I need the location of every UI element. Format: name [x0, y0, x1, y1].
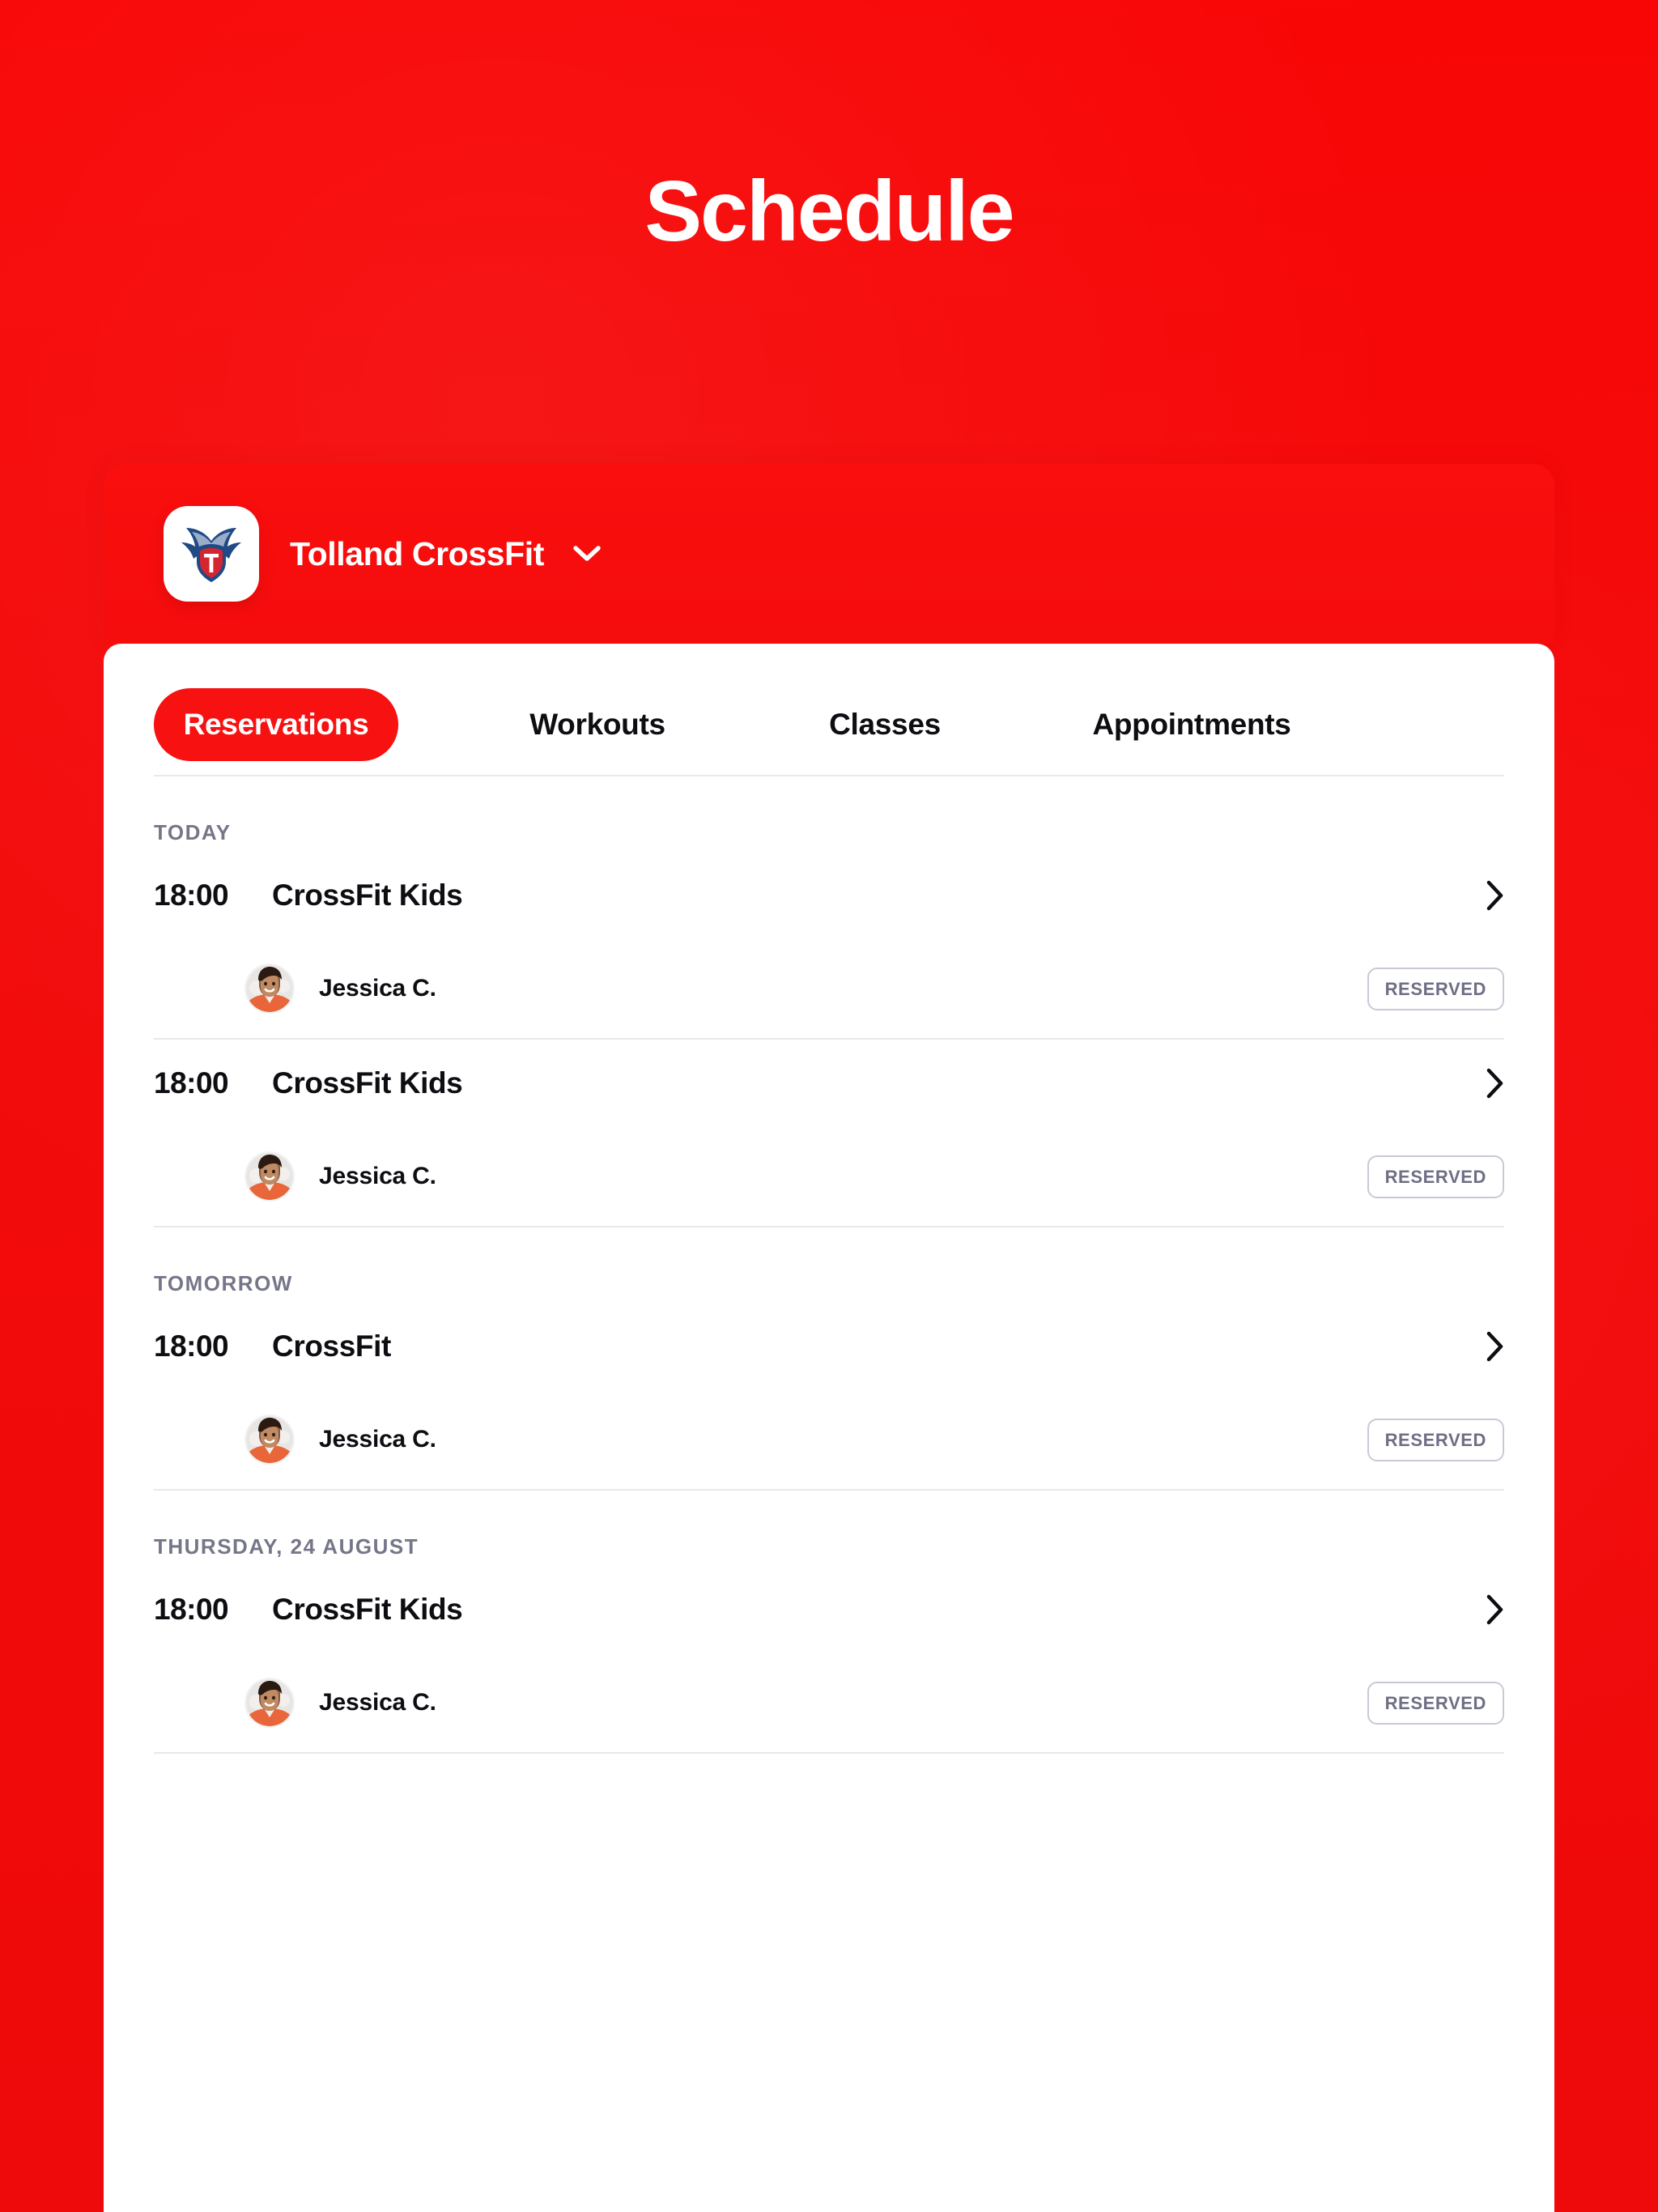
- attendee-name: Jessica C.: [319, 1163, 436, 1189]
- class-row[interactable]: 18:00 CrossFit: [154, 1303, 1504, 1390]
- tab-reservations[interactable]: Reservations: [154, 688, 398, 761]
- tab-classes[interactable]: Classes: [816, 688, 954, 761]
- chevron-right-icon[interactable]: [1464, 1331, 1504, 1362]
- row-divider: [154, 1752, 1504, 1754]
- attendee-row[interactable]: Jessica C. RESERVED: [154, 1390, 1504, 1489]
- winged-shield-logo-icon: [164, 506, 259, 602]
- class-row[interactable]: 18:00 CrossFit Kids: [154, 1040, 1504, 1127]
- status-badge: RESERVED: [1367, 1155, 1504, 1198]
- class-row[interactable]: 18:00 CrossFit Kids: [154, 1566, 1504, 1653]
- tab-workouts[interactable]: Workouts: [508, 688, 687, 761]
- attendee-name: Jessica C.: [319, 1689, 436, 1716]
- avatar: [246, 1679, 293, 1726]
- tab-appointments[interactable]: Appointments: [1075, 688, 1308, 761]
- avatar: [246, 965, 293, 1012]
- status-badge: RESERVED: [1367, 1681, 1504, 1725]
- class-time: 18:00: [154, 878, 229, 912]
- class-name: CrossFit Kids: [272, 1066, 463, 1100]
- chevron-right-icon[interactable]: [1464, 1068, 1504, 1099]
- chevron-down-icon[interactable]: [565, 538, 609, 570]
- attendee-row[interactable]: Jessica C. RESERVED: [154, 1653, 1504, 1752]
- section-header-today: TODAY: [154, 820, 232, 844]
- page-title: Schedule: [644, 164, 1014, 259]
- section-header-thursday: THURSDAY, 24 AUGUST: [154, 1534, 419, 1559]
- class-name: CrossFit: [272, 1329, 391, 1363]
- class-row[interactable]: 18:00 CrossFit Kids: [154, 852, 1504, 939]
- status-badge: RESERVED: [1367, 967, 1504, 1010]
- tab-bar: Reservations Workouts Classes Appointmen…: [104, 644, 1554, 775]
- class-time: 18:00: [154, 1593, 229, 1626]
- class-name: CrossFit Kids: [272, 1593, 463, 1626]
- schedule-card: Tolland CrossFit Reservations Workouts C…: [104, 464, 1554, 2212]
- attendee-row[interactable]: Jessica C. RESERVED: [154, 939, 1504, 1038]
- avatar: [246, 1416, 293, 1463]
- schedule-list: TODAY 18:00 CrossFit Kids Jessica C. RES…: [104, 776, 1554, 1754]
- schedule-panel: Reservations Workouts Classes Appointmen…: [104, 644, 1554, 2212]
- section-header-tomorrow: TOMORROW: [154, 1271, 293, 1295]
- class-time: 18:00: [154, 1329, 229, 1363]
- gym-header: Tolland CrossFit: [104, 464, 1554, 644]
- avatar: [246, 1153, 293, 1200]
- class-name: CrossFit Kids: [272, 878, 463, 912]
- gym-name[interactable]: Tolland CrossFit: [290, 535, 544, 573]
- chevron-right-icon[interactable]: [1464, 880, 1504, 911]
- chevron-right-icon[interactable]: [1464, 1594, 1504, 1625]
- status-badge: RESERVED: [1367, 1418, 1504, 1461]
- class-time: 18:00: [154, 1066, 229, 1100]
- attendee-name: Jessica C.: [319, 975, 436, 1002]
- attendee-row[interactable]: Jessica C. RESERVED: [154, 1127, 1504, 1226]
- attendee-name: Jessica C.: [319, 1426, 436, 1453]
